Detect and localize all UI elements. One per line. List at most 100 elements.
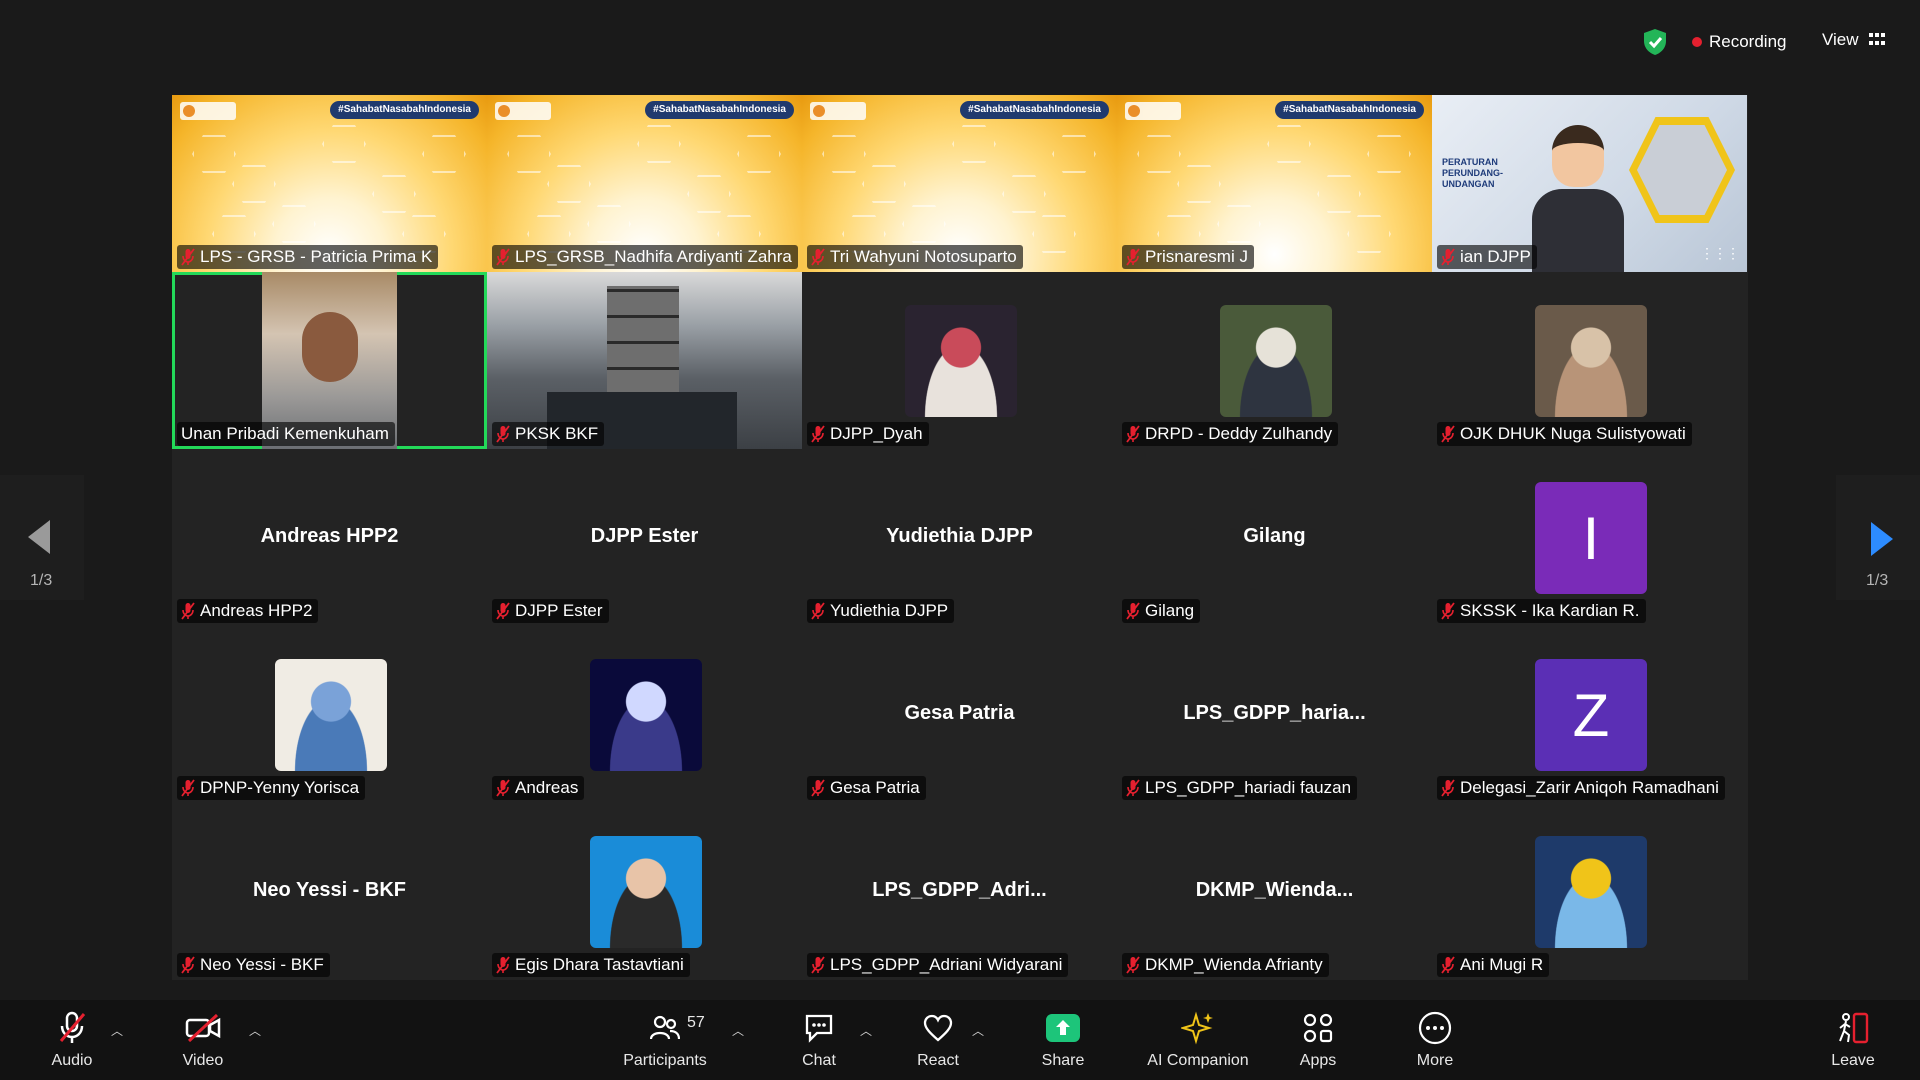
participant-name-label: Prisnaresmi J — [1122, 245, 1254, 269]
view-button[interactable]: View — [1822, 30, 1885, 50]
react-button[interactable]: React — [883, 1010, 993, 1070]
share-label: Share — [1041, 1052, 1085, 1069]
audio-button[interactable]: Audio — [17, 1010, 127, 1070]
participant-tile[interactable]: LPS_GDPP_Adri... LPS_GDPP_Adriani Widyara… — [802, 803, 1117, 980]
security-shield-icon[interactable] — [1642, 28, 1668, 56]
microphone-muted-icon — [54, 1010, 90, 1046]
ai-companion-button[interactable]: AI Companion — [1142, 1010, 1254, 1070]
participant-name-label: Egis Dhara Tastavtiani — [492, 953, 690, 977]
leave-button[interactable]: Leave — [1798, 1010, 1908, 1070]
ai-companion-label: AI Companion — [1147, 1052, 1249, 1069]
participant-name-label: Delegasi_Zarir Aniqoh Ramadhani — [1437, 776, 1725, 800]
participant-tile[interactable]: PKSK BKF — [487, 272, 802, 449]
participant-tile[interactable]: Unan Pribadi Kemenkuham — [172, 272, 487, 449]
view-label: View — [1822, 30, 1859, 49]
participant-name: Gesa Patria — [830, 778, 920, 797]
participant-tile[interactable]: Z Delegasi_Zarir Aniqoh Ramadhani — [1432, 626, 1747, 803]
muted-microphone-icon — [1441, 779, 1455, 797]
participant-tile[interactable]: DKMP_Wienda... DKMP_Wienda Afrianty — [1117, 803, 1432, 980]
participant-tile[interactable]: DJPP Ester DJPP Ester — [487, 449, 802, 626]
participant-tile[interactable]: PERATURAN PERUNDANG-UNDANGAN ian DJPP ⋮⋮⋮ — [1432, 95, 1747, 272]
more-options-icon — [1417, 1010, 1453, 1046]
muted-microphone-icon — [181, 602, 195, 620]
participant-tile[interactable]: Gesa Patria Gesa Patria — [802, 626, 1117, 803]
participant-name-label: Gilang — [1122, 599, 1201, 623]
apps-button[interactable]: Apps — [1263, 1010, 1373, 1070]
muted-microphone-icon — [181, 779, 195, 797]
participant-name: ian DJPP — [1460, 247, 1531, 266]
djpp-banner-text: PERATURAN PERUNDANG-UNDANGAN — [1442, 157, 1504, 189]
audio-label: Audio — [51, 1052, 93, 1069]
muted-microphone-icon — [811, 248, 825, 266]
participant-name-label: Ani Mugi R — [1437, 953, 1550, 977]
participant-tile[interactable]: OJK DHUK Nuga Sulistyowati — [1432, 272, 1747, 449]
hashtag-banner: #SahabatNasabahIndonesia — [645, 101, 794, 119]
participant-name: Neo Yessi - BKF — [200, 955, 324, 974]
participant-tile[interactable]: DRPD - Deddy Zulhandy — [1117, 272, 1432, 449]
participant-tile[interactable]: LPS_GDPP_haria... LPS_GDPP_hariadi fauzan — [1117, 626, 1432, 803]
display-name-center: LPS_GDPP_haria... — [1183, 702, 1366, 724]
recording-indicator[interactable]: Recording — [1692, 32, 1787, 52]
next-page-arrow-icon[interactable] — [1869, 520, 1895, 558]
participants-options-caret-icon[interactable]: ︿ — [732, 1022, 744, 1039]
muted-microphone-icon — [811, 425, 825, 443]
muted-microphone-icon — [496, 779, 510, 797]
video-button[interactable]: Video — [148, 1010, 258, 1070]
participants-label: Participants — [623, 1052, 707, 1069]
participant-tile[interactable]: Yudiethia DJPP Yudiethia DJPP — [802, 449, 1117, 626]
participant-tile[interactable]: DPNP-Yenny Yorisca — [172, 626, 487, 803]
initial-avatar: Z — [1535, 659, 1647, 771]
leave-label: Leave — [1831, 1052, 1875, 1069]
participant-tile[interactable]: Neo Yessi - BKF Neo Yessi - BKF — [172, 803, 487, 980]
participant-name-label: DJPP_Dyah — [807, 422, 929, 446]
participant-name: DKMP_Wienda Afrianty — [1145, 955, 1323, 974]
display-name-center: LPS_GDPP_Adri... — [872, 879, 1047, 901]
participant-name: Unan Pribadi Kemenkuham — [181, 424, 389, 443]
more-button[interactable]: More — [1380, 1010, 1490, 1070]
participant-name: Andreas HPP2 — [200, 601, 313, 620]
participant-name-label: DJPP Ester — [492, 599, 609, 623]
profile-picture — [275, 659, 387, 771]
participant-name: SKSSK - Ika Kardian R. — [1460, 601, 1640, 620]
lps-logo-icon — [495, 102, 551, 120]
participant-name-label: Yudiethia DJPP — [807, 599, 955, 623]
participant-count: 57 — [687, 1014, 705, 1031]
participant-name-label: OJK DHUK Nuga Sulistyowati — [1437, 422, 1692, 446]
muted-microphone-icon — [1441, 602, 1455, 620]
participant-tile[interactable]: #SahabatNasabahIndonesia LPS - GRSB - Pat… — [172, 95, 487, 272]
muted-microphone-icon — [1126, 956, 1140, 974]
participant-tile[interactable]: I SKSSK - Ika Kardian R. — [1432, 449, 1747, 626]
participant-tile[interactable]: #SahabatNasabahIndonesia Tri Wahyuni Noto… — [802, 95, 1117, 272]
react-options-caret-icon[interactable]: ︿ — [972, 1022, 984, 1039]
audio-options-caret-icon[interactable]: ︿ — [111, 1022, 123, 1039]
muted-microphone-icon — [1126, 425, 1140, 443]
participant-name: DJPP Ester — [515, 601, 603, 620]
muted-microphone-icon — [496, 248, 510, 266]
participant-name-label: PKSK BKF — [492, 422, 605, 446]
chat-bubble-icon — [801, 1010, 837, 1046]
chat-options-caret-icon[interactable]: ︿ — [860, 1022, 872, 1039]
muted-microphone-icon — [811, 956, 825, 974]
display-name-center: Neo Yessi - BKF — [252, 879, 407, 901]
participant-tile[interactable]: Ani Mugi R — [1432, 803, 1747, 980]
avatar-3d-character — [1532, 125, 1624, 272]
participant-name: Prisnaresmi J — [1145, 247, 1248, 266]
chat-button[interactable]: Chat — [764, 1010, 874, 1070]
participant-name-label: ian DJPP — [1437, 245, 1537, 269]
participant-tile[interactable]: Egis Dhara Tastavtiani — [487, 803, 802, 980]
participant-name: Tri Wahyuni Notosuparto — [830, 247, 1017, 266]
share-screen-button[interactable]: Share — [1008, 1010, 1118, 1070]
participant-tile[interactable]: DJPP_Dyah — [802, 272, 1117, 449]
muted-microphone-icon — [1126, 779, 1140, 797]
participant-tile[interactable]: #SahabatNasabahIndonesia LPS_GRSB_Nadhifa… — [487, 95, 802, 272]
hashtag-banner: #SahabatNasabahIndonesia — [1275, 101, 1424, 119]
video-options-caret-icon[interactable]: ︿ — [249, 1022, 261, 1039]
tile-options-icon[interactable]: ⋮⋮⋮ — [1700, 245, 1740, 262]
participant-name: LPS_GDPP_Adriani Widyarani — [830, 955, 1063, 974]
participant-tile[interactable]: Andreas — [487, 626, 802, 803]
previous-page-arrow-icon[interactable] — [26, 518, 52, 556]
page-indicator-right: 1/3 — [1866, 572, 1889, 589]
participant-tile[interactable]: Andreas HPP2 Andreas HPP2 — [172, 449, 487, 626]
participant-tile[interactable]: Gilang Gilang — [1117, 449, 1432, 626]
participant-tile[interactable]: #SahabatNasabahIndonesia Prisnaresmi J — [1117, 95, 1432, 272]
